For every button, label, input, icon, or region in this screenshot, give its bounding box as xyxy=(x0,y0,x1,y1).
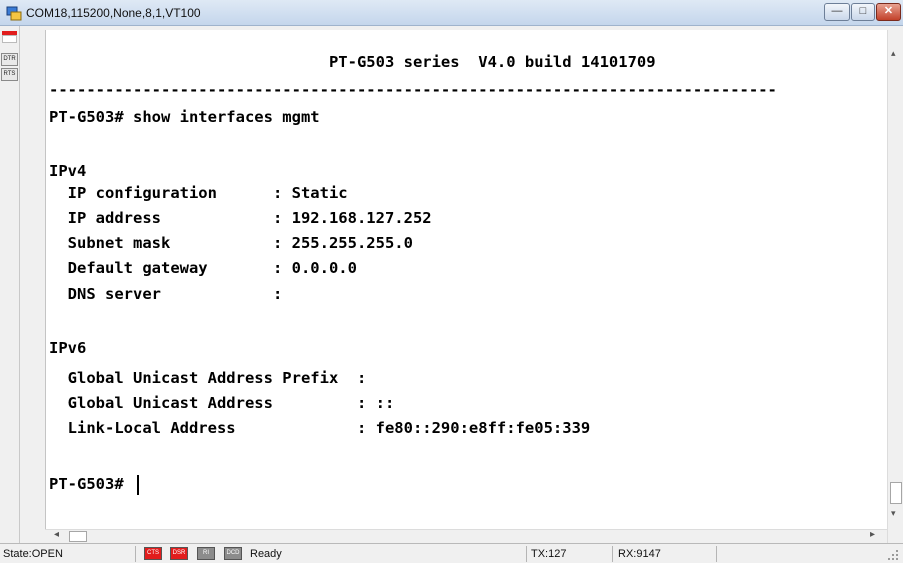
app-icon xyxy=(6,6,22,21)
ri-indicator: RI xyxy=(197,547,215,560)
terminal-line: Global Unicast Address : :: xyxy=(49,394,395,412)
rts-button[interactable]: RTS xyxy=(1,68,18,81)
terminal-line: Default gateway : 0.0.0.0 xyxy=(49,259,357,277)
terminal-line: IP configuration : Static xyxy=(49,184,348,202)
resize-grip-icon[interactable] xyxy=(886,548,900,562)
scroll-up-icon[interactable]: ▴ xyxy=(891,48,896,59)
terminal-prompt-line: PT-G503# xyxy=(49,472,139,496)
close-button[interactable]: ✕ xyxy=(876,3,901,21)
signal-sidebar: DTR RTS xyxy=(0,26,20,543)
scroll-left-icon[interactable]: ◂ xyxy=(54,529,59,540)
terminal-line: IP address : 192.168.127.252 xyxy=(49,209,432,227)
scroll-down-icon[interactable]: ▾ xyxy=(891,508,896,519)
minimize-button[interactable]: — xyxy=(824,3,850,21)
horizontal-scroll-thumb[interactable] xyxy=(69,531,87,542)
terminal-line: IPv4 xyxy=(49,162,87,180)
connection-state: State:OPEN xyxy=(3,548,63,560)
terminal-screen[interactable]: PT-G503 series V4.0 build 14101709 -----… xyxy=(45,30,887,535)
terminal-line: DNS server : xyxy=(49,285,283,303)
prompt-text: PT-G503# xyxy=(49,475,133,493)
tx-counter: TX:127 xyxy=(531,548,567,560)
text-cursor xyxy=(137,474,139,495)
terminal-line: Link-Local Address : fe80::290:e8ff:fe05… xyxy=(49,419,591,437)
terminal-line: PT-G503 series V4.0 build 14101709 xyxy=(49,53,656,71)
ready-status: Ready xyxy=(250,548,282,560)
status-bar: State:OPEN CTS DSR RI DCD Ready TX:127 R… xyxy=(0,543,903,563)
terminal-line: Subnet mask : 255.255.255.0 xyxy=(49,234,413,252)
horizontal-scrollbar[interactable]: ◂ ▸ xyxy=(45,529,887,543)
status-divider xyxy=(135,546,136,562)
rx-counter: RX:9147 xyxy=(618,548,661,560)
terminal-line: Global Unicast Address Prefix : xyxy=(49,369,367,387)
terminal-line: ----------------------------------------… xyxy=(49,81,777,99)
status-divider xyxy=(716,546,717,562)
dtr-button[interactable]: DTR xyxy=(1,53,18,66)
scroll-right-icon[interactable]: ▸ xyxy=(870,529,875,540)
status-divider xyxy=(526,546,527,562)
window-title: COM18,115200,None,8,1,VT100 xyxy=(26,6,201,20)
vertical-scroll-thumb[interactable] xyxy=(890,482,902,504)
terminal-line: IPv6 xyxy=(49,339,87,357)
terminal-line: PT-G503# show interfaces mgmt xyxy=(49,108,320,126)
dsr-indicator: DSR xyxy=(170,547,188,560)
vertical-scrollbar[interactable]: ▴ ▾ xyxy=(887,30,903,543)
dcd-indicator: DCD xyxy=(224,547,242,560)
title-bar[interactable]: COM18,115200,None,8,1,VT100 — □ ✕ xyxy=(0,0,903,26)
status-divider xyxy=(612,546,613,562)
maximize-button[interactable]: □ xyxy=(851,3,875,21)
led-base xyxy=(2,35,17,43)
cts-indicator: CTS xyxy=(144,547,162,560)
